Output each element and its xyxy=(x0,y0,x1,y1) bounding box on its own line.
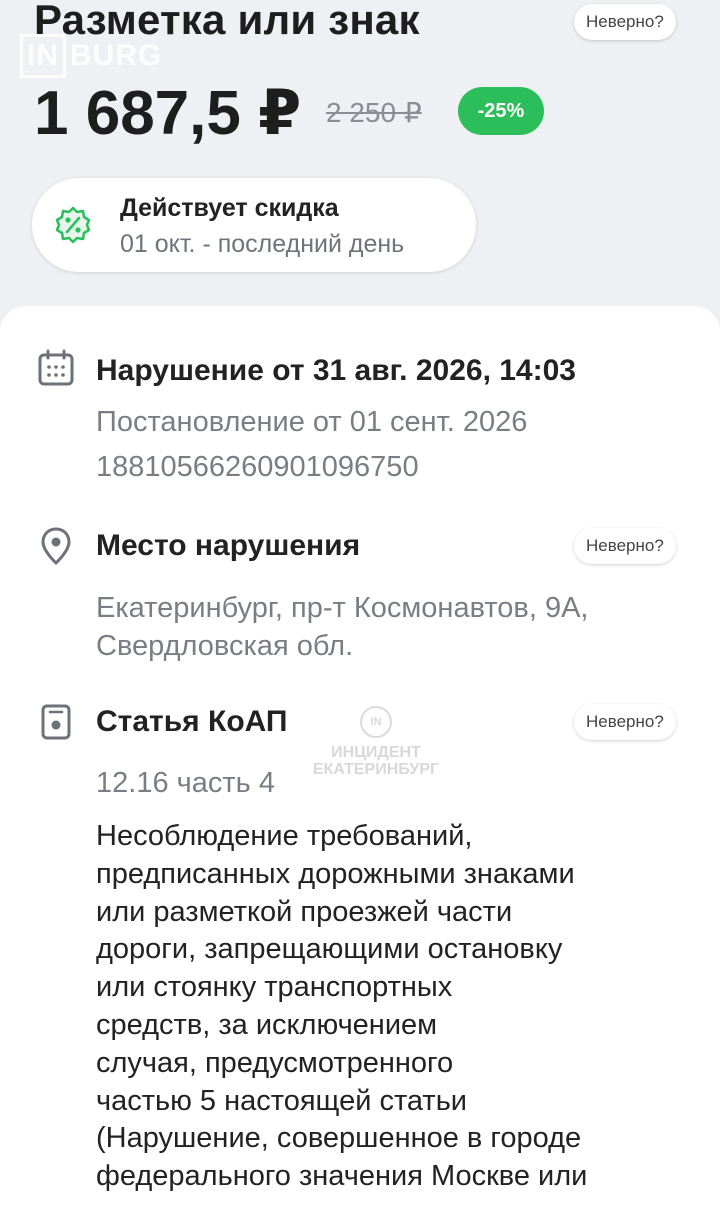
discount-info-card[interactable]: Действует скидка 01 окт. - последний ден… xyxy=(32,178,476,272)
watermark-incident: IN ИНЦИДЕНТ ЕКАТЕРИНБУРГ xyxy=(306,706,446,778)
description-line: или разметкой проезжей части xyxy=(96,895,513,928)
wrong-title-button[interactable]: Неверно? xyxy=(574,4,676,40)
description-line: частью 5 настоящей статьи xyxy=(96,1084,468,1117)
resolution-number: 18810566260901096750 xyxy=(96,451,419,483)
article-heading: Статья КоАП xyxy=(96,705,288,738)
wrong-location-button[interactable]: Неверно? xyxy=(574,528,676,564)
resolution-date: Постановление от 01 сент. 2026 xyxy=(96,406,528,438)
description-line: предписанных дорожными знаками xyxy=(96,857,575,890)
description-line: федерального значения Москве или xyxy=(96,1160,588,1193)
discount-deadline: 01 окт. - последний день xyxy=(120,230,405,258)
location-address: Екатеринбург, пр-т Космонавтов, 9А, xyxy=(96,592,589,624)
location-heading: Место нарушения xyxy=(96,529,361,562)
article-code: 12.16 часть 4 xyxy=(96,767,275,799)
location-pin-icon xyxy=(36,526,76,566)
current-price: 1 687,5 ₽ xyxy=(34,79,302,148)
document-icon xyxy=(36,702,76,742)
article-description: Несоблюдение требований, предписанных до… xyxy=(96,818,696,1196)
description-line: дороги, запрещающими остановку xyxy=(96,933,563,966)
violation-datetime: Нарушение от 31 авг. 2026, 14:03 xyxy=(96,354,576,387)
description-line: или стоянку транспортных xyxy=(96,971,453,1004)
description-line: Несоблюдение требований, xyxy=(96,820,473,852)
header-area: Разметка или знак IN BURG Неверно? 1 687,… xyxy=(0,0,720,320)
watermark-logo: IN BURG xyxy=(20,34,162,78)
percent-badge-icon xyxy=(54,206,92,244)
calendar-icon xyxy=(36,348,76,388)
old-price: 2 250 ₽ xyxy=(326,97,422,128)
description-line: средств, за исключением xyxy=(96,1008,438,1041)
wrong-article-button[interactable]: Неверно? xyxy=(574,704,676,740)
discount-title: Действует скидка xyxy=(120,194,339,222)
description-line: случая, предусмотренного xyxy=(96,1046,454,1079)
location-region: Свердловская обл. xyxy=(96,630,354,662)
discount-badge: -25% xyxy=(458,87,544,135)
description-line: (Нарушение, совершенное в городе xyxy=(96,1122,582,1155)
